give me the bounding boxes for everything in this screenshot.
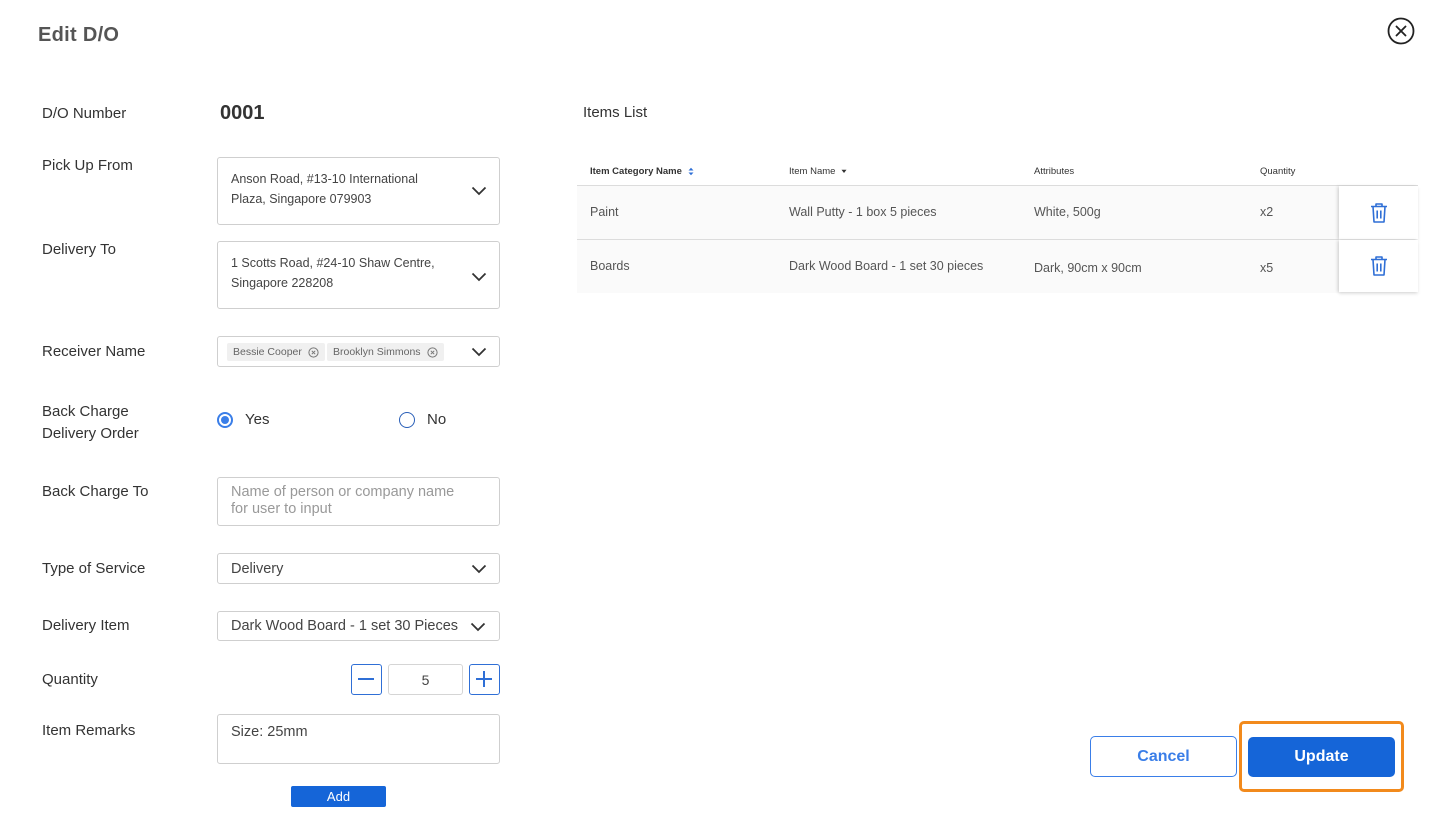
remarks-label: Item Remarks bbox=[42, 722, 136, 739]
do-number-label: D/O Number bbox=[42, 105, 127, 122]
update-button[interactable]: Update bbox=[1248, 737, 1395, 777]
column-header-item-name[interactable]: Item Name bbox=[789, 166, 847, 177]
column-header-label: Item Name bbox=[789, 166, 836, 177]
delivery-item-select[interactable]: Dark Wood Board - 1 set 30 Pieces bbox=[217, 611, 500, 641]
service-select[interactable]: Delivery bbox=[217, 553, 500, 584]
service-value: Delivery bbox=[231, 561, 284, 577]
back-charge-label-line2: Delivery Order bbox=[42, 425, 139, 442]
back-charge-to-placeholder-line2: for user to input bbox=[231, 501, 332, 517]
increment-button[interactable] bbox=[469, 664, 500, 695]
column-header-quantity: Quantity bbox=[1260, 166, 1295, 177]
delivery-to-label: Delivery To bbox=[42, 241, 116, 258]
plus-icon bbox=[476, 671, 492, 687]
delivery-item-label: Delivery Item bbox=[42, 617, 130, 634]
cell-item-name: Wall Putty - 1 box 5 pieces bbox=[789, 205, 937, 219]
chevron-down-icon bbox=[470, 622, 486, 632]
back-charge-label-line1: Back Charge bbox=[42, 403, 129, 420]
remove-chip-icon[interactable] bbox=[426, 346, 438, 358]
column-header-label: Attributes bbox=[1034, 166, 1075, 177]
sort-down-icon bbox=[841, 169, 847, 173]
delete-row-button[interactable] bbox=[1339, 240, 1418, 292]
receiver-chip: Bessie Cooper bbox=[227, 343, 325, 361]
close-icon[interactable] bbox=[1386, 16, 1416, 46]
delivery-to-line1: 1 Scotts Road, #24-10 Shaw Centre, bbox=[231, 256, 435, 270]
cell-quantity: x5 bbox=[1260, 261, 1274, 275]
modal-title: Edit D/O bbox=[38, 24, 120, 46]
cell-category: Paint bbox=[590, 205, 619, 219]
pickup-value-line1: Anson Road, #13-10 International bbox=[231, 172, 418, 186]
table-row bbox=[577, 186, 1339, 239]
radio-yes-label: Yes bbox=[245, 411, 270, 428]
cell-item-name: Dark Wood Board - 1 set 30 pieces bbox=[789, 259, 984, 273]
receiver-chip-label: Bessie Cooper bbox=[233, 346, 302, 358]
chevron-down-icon bbox=[471, 186, 487, 196]
pickup-value-line2: Plaza, Singapore 079903 bbox=[231, 192, 372, 206]
trash-icon bbox=[1370, 256, 1387, 276]
remarks-value: Size: 25mm bbox=[231, 724, 308, 740]
pickup-select[interactable]: Anson Road, #13-10 International Plaza, … bbox=[217, 157, 500, 225]
chevron-down-icon bbox=[471, 347, 487, 357]
column-header-label: Item Category Name bbox=[590, 166, 682, 177]
sort-icon bbox=[688, 167, 694, 176]
radio-selected-icon bbox=[217, 411, 233, 428]
delivery-to-line2: Singapore 228208 bbox=[231, 276, 334, 290]
cell-attributes: White, 500g bbox=[1034, 205, 1101, 219]
trash-icon bbox=[1370, 202, 1387, 223]
cancel-button[interactable]: Cancel bbox=[1090, 736, 1237, 777]
receiver-chip: Brooklyn Simmons bbox=[327, 343, 444, 361]
radio-no[interactable]: No bbox=[399, 411, 446, 428]
radio-unselected-icon bbox=[399, 411, 415, 428]
cell-attributes: Dark, 90cm x 90cm bbox=[1034, 261, 1142, 275]
delivery-to-select[interactable]: 1 Scotts Road, #24-10 Shaw Centre, Singa… bbox=[217, 241, 500, 309]
remarks-textarea[interactable]: Size: 25mm bbox=[217, 714, 500, 764]
column-header-label: Quantity bbox=[1260, 166, 1296, 177]
column-header-category[interactable]: Item Category Name bbox=[590, 166, 694, 177]
cell-category: Boards bbox=[590, 259, 630, 273]
chevron-down-icon bbox=[471, 564, 487, 574]
quantity-label: Quantity bbox=[42, 671, 98, 688]
quantity-stepper[interactable]: 5 bbox=[388, 664, 463, 695]
back-charge-to-placeholder-line1: Name of person or company name bbox=[231, 484, 455, 500]
service-label: Type of Service bbox=[42, 560, 146, 577]
receiver-multiselect[interactable]: Bessie Cooper Brooklyn Simmons bbox=[217, 336, 500, 367]
decrement-button[interactable] bbox=[351, 664, 382, 695]
minus-icon bbox=[358, 678, 374, 680]
add-button[interactable]: Add bbox=[291, 786, 386, 807]
delete-row-button[interactable] bbox=[1339, 186, 1418, 239]
radio-no-label: No bbox=[427, 411, 447, 428]
pickup-label: Pick Up From bbox=[42, 157, 133, 174]
back-charge-to-label: Back Charge To bbox=[42, 483, 149, 500]
delivery-item-value: Dark Wood Board - 1 set 30 Pieces bbox=[231, 618, 459, 634]
do-number-value: 0001 bbox=[220, 102, 265, 124]
column-header-attributes: Attributes bbox=[1034, 166, 1074, 177]
remove-chip-icon[interactable] bbox=[308, 346, 319, 358]
receiver-label: Receiver Name bbox=[42, 343, 146, 360]
radio-yes[interactable]: Yes bbox=[217, 411, 269, 428]
cell-quantity: x2 bbox=[1260, 205, 1274, 219]
chevron-down-icon bbox=[471, 272, 487, 282]
items-list-title: Items List bbox=[583, 104, 648, 121]
receiver-chip-label: Brooklyn Simmons bbox=[333, 346, 421, 358]
back-charge-to-input[interactable]: Name of person or company name for user … bbox=[217, 477, 500, 526]
